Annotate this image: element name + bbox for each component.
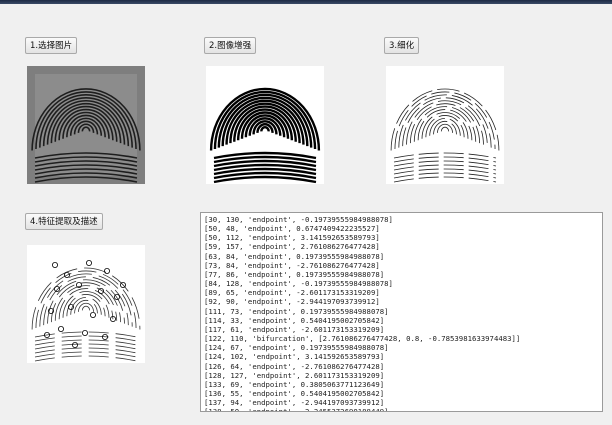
output-line: [50, 48, 'endpoint', 0.6747409422235527] xyxy=(204,224,380,234)
select-image-button[interactable]: 1.选择图片 xyxy=(25,37,78,54)
output-line: [111, 73, 'endpoint', 0.1973955598498807… xyxy=(204,306,389,316)
output-line: [30, 130, 'endpoint', -0.197395559849880… xyxy=(204,215,393,224)
output-line: [92, 90, 'endpoint', -2.944197093739912] xyxy=(204,297,380,307)
output-line: [84, 128, 'endpoint', -0.197395559849880… xyxy=(204,279,393,289)
output-line: [122, 110, 'bifurcation', [2.76108627647… xyxy=(204,334,521,344)
output-line: [59, 157, 'endpoint', 2.761086276477428] xyxy=(204,242,380,252)
feature-output-textbox[interactable]: [30, 130, 'endpoint', -0.197395559849880… xyxy=(200,212,603,412)
output-line: [63, 84, 'endpoint', 0.19739555984988078… xyxy=(204,251,385,261)
enhance-image-button[interactable]: 2.图像增强 xyxy=(204,37,257,54)
output-line: [114, 33, 'endpoint', 0.5404195002705842… xyxy=(204,315,385,325)
output-line: [50, 112, 'endpoint', 3.141592653589793] xyxy=(204,233,380,243)
output-line: [89, 65, 'endpoint', -2.601173153319209] xyxy=(204,288,380,298)
thin-image-button[interactable]: 3.细化 xyxy=(384,37,420,54)
output-line: [117, 61, 'endpoint', -2.601173153319209… xyxy=(204,324,385,334)
output-line: [138, 50, 'endpoint', -2.245537269018844… xyxy=(204,407,389,412)
output-line: [128, 127, 'endpoint', 2.601173153319209… xyxy=(204,370,385,380)
feature-output-lines: [30, 130, 'endpoint', -0.197395559849880… xyxy=(204,215,599,412)
output-line: [73, 84, 'endpoint', -2.761086276477428] xyxy=(204,260,380,270)
output-line: [124, 67, 'endpoint', 0.1973955598498807… xyxy=(204,343,389,353)
original-fingerprint-image xyxy=(27,66,145,184)
window-title-strip xyxy=(0,0,612,4)
output-line: [137, 94, 'endpoint', -2.944197093739912… xyxy=(204,398,385,408)
output-line: [124, 102, 'endpoint', 3.141592653589793… xyxy=(204,352,385,362)
output-line: [136, 55, 'endpoint', 0.5404195002705842… xyxy=(204,388,385,398)
output-line: [77, 86, 'endpoint', 0.19739555984988078… xyxy=(204,269,385,279)
thinned-fingerprint-image xyxy=(386,66,504,184)
feature-marked-fingerprint-image xyxy=(27,245,145,363)
output-line: [126, 64, 'endpoint', -2.761086276477428… xyxy=(204,361,385,371)
enhanced-fingerprint-image xyxy=(206,66,324,184)
extract-features-button[interactable]: 4.特征提取及描述 xyxy=(25,213,103,230)
output-line: [133, 69, 'endpoint', 0.3805063771123649… xyxy=(204,379,385,389)
